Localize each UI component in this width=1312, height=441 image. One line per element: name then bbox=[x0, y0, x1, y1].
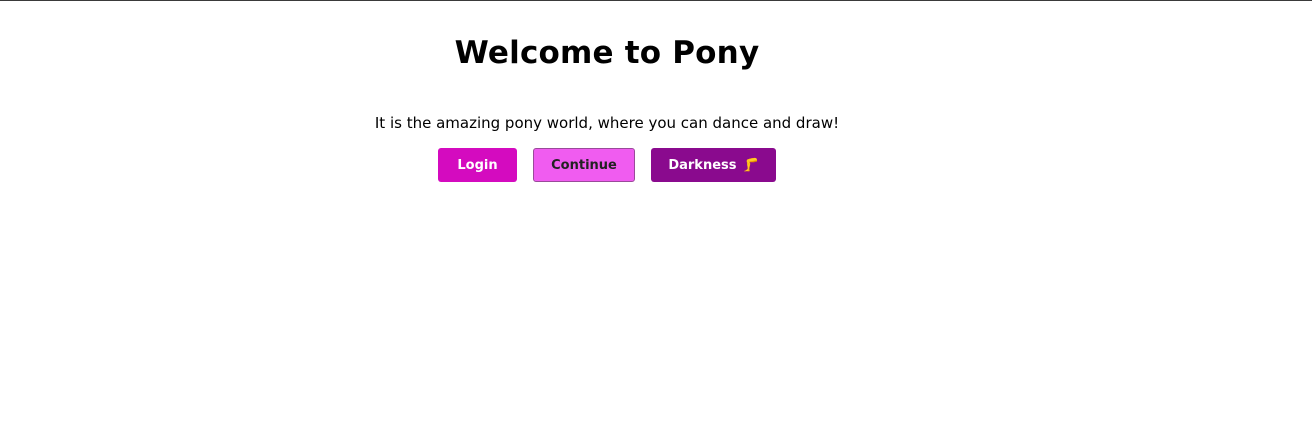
login-button-label: Login bbox=[457, 157, 498, 173]
leg-icon: 🦵 bbox=[742, 157, 759, 173]
button-row: Login Continue Darkness 🦵 bbox=[0, 148, 1214, 182]
continue-button[interactable]: Continue bbox=[533, 148, 635, 182]
page-title: Welcome to Pony bbox=[454, 35, 760, 71]
continue-button-label: Continue bbox=[551, 157, 617, 173]
login-button[interactable]: Login bbox=[438, 148, 517, 182]
page-subtitle: It is the amazing pony world, where you … bbox=[374, 114, 840, 132]
darkness-button[interactable]: Darkness 🦵 bbox=[651, 148, 776, 182]
top-border bbox=[0, 0, 1312, 1]
darkness-button-label: Darkness bbox=[668, 157, 737, 173]
